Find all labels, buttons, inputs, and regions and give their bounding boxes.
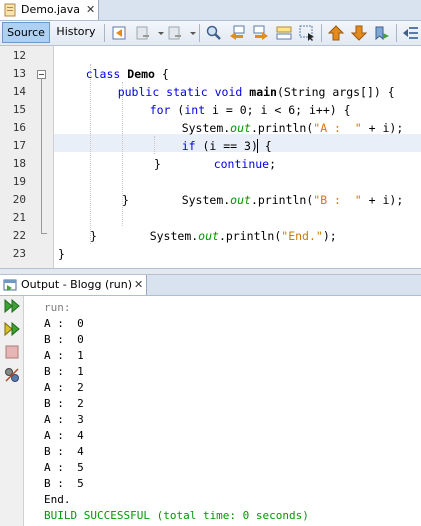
toolbar-separator: [104, 24, 105, 42]
line-number: 16: [12, 121, 26, 134]
back-icon[interactable]: [134, 24, 152, 42]
rerun-icon[interactable]: [3, 297, 21, 315]
line-number: 22: [12, 229, 26, 242]
toolbar-separator: [396, 24, 397, 42]
output-line: B : 0: [44, 333, 84, 346]
java-file-icon: [4, 3, 16, 17]
code-line-20: }: [122, 193, 129, 207]
find-icon[interactable]: [205, 24, 223, 42]
editor-toolbar: Source History: [0, 21, 421, 46]
code-line-13: public static void main(String args[]) {: [117, 85, 395, 99]
output-tab-bar: Output - Blogg (run) ✕: [0, 275, 421, 296]
previous-bookmark-icon[interactable]: [327, 24, 345, 42]
stop-icon[interactable]: [3, 343, 21, 361]
find-next-icon[interactable]: [252, 24, 270, 42]
code-line-18: }: [154, 157, 161, 171]
output-line: A : 4: [44, 429, 84, 442]
toggle-rect-selection-icon[interactable]: [298, 24, 316, 42]
toolbar-separator: [321, 24, 322, 42]
line-number: 15: [12, 103, 26, 116]
close-icon[interactable]: ✕: [86, 0, 95, 20]
code-line-14: for (int i = 0; i < 6; i++) {: [149, 103, 351, 117]
line-number: 12: [12, 49, 26, 62]
close-icon[interactable]: ✕: [134, 275, 143, 295]
toolbar-separator: [199, 24, 200, 42]
output-line: run:: [44, 301, 71, 314]
output-sidebar: [0, 296, 24, 526]
chevron-down-icon[interactable]: [184, 24, 196, 42]
output-line: A : 3: [44, 413, 84, 426]
output-line: A : 5: [44, 461, 84, 474]
output-line: End.: [44, 493, 71, 506]
fold-guide: [41, 79, 42, 233]
line-number: 23: [12, 247, 26, 260]
tab-label: Demo.java: [21, 3, 81, 16]
rerun-with-options-icon[interactable]: [3, 320, 21, 338]
output-console[interactable]: run: A : 0 B : 0 A : 1 B : 1 A : 2 B : 2…: [24, 296, 421, 526]
line-number: 17: [12, 139, 26, 152]
output-line: A : 2: [44, 381, 84, 394]
find-previous-icon[interactable]: [228, 24, 246, 42]
text-caret: [257, 139, 258, 153]
code-line-23: }: [58, 247, 65, 261]
output-line: A : 1: [44, 349, 84, 362]
line-number: 20: [12, 193, 26, 206]
output-line: B : 5: [44, 477, 84, 490]
history-button[interactable]: History: [52, 22, 100, 43]
fold-collapse-icon[interactable]: [37, 70, 46, 79]
line-number: 18: [12, 157, 26, 170]
line-number: 14: [12, 85, 26, 98]
code-line-17: continue;: [213, 157, 277, 171]
output-line: A : 0: [44, 317, 84, 330]
code-line-16: if (i == 3) {: [181, 139, 272, 153]
tab-output[interactable]: Output - Blogg (run) ✕: [0, 275, 147, 295]
code-line-15: System.out.println("A : " + i);: [181, 121, 404, 135]
editor-tab-bar: Demo.java ✕: [0, 0, 421, 21]
panel-splitter[interactable]: [0, 268, 421, 275]
last-edit-icon[interactable]: [110, 24, 128, 42]
shift-left-icon[interactable]: [401, 24, 419, 42]
output-line: B : 2: [44, 397, 84, 410]
code-editor[interactable]: 12 13 14 15 16 17 18 19 20 21 22 23 clas…: [0, 46, 421, 268]
line-number: 19: [12, 175, 26, 188]
fold-end: [41, 233, 47, 234]
source-button[interactable]: Source: [2, 22, 50, 43]
toggle-bookmark-icon[interactable]: [373, 24, 391, 42]
line-number-gutter: 12 13 14 15 16 17 18 19 20 21 22 23: [0, 46, 54, 268]
output-window-icon: [3, 279, 17, 291]
tab-demo-java[interactable]: Demo.java ✕: [0, 0, 99, 20]
forward-icon[interactable]: [166, 24, 184, 42]
code-line-21: System.out.println("End.");: [149, 229, 337, 243]
next-bookmark-icon[interactable]: [350, 24, 368, 42]
output-line: B : 1: [44, 365, 84, 378]
code-line-12: class Demo {: [85, 67, 169, 81]
settings-icon[interactable]: [3, 366, 21, 384]
toggle-highlight-icon[interactable]: [275, 24, 293, 42]
chevron-down-icon[interactable]: [152, 24, 164, 42]
line-number: 21: [12, 211, 26, 224]
code-line-22: }: [90, 229, 97, 243]
tab-label: Output - Blogg (run): [21, 278, 133, 291]
build-status-line: BUILD SUCCESSFUL (total time: 0 seconds): [44, 509, 309, 522]
output-line: B : 4: [44, 445, 84, 458]
code-line-19: System.out.println("B : " + i);: [181, 193, 404, 207]
line-number: 13: [12, 67, 26, 80]
